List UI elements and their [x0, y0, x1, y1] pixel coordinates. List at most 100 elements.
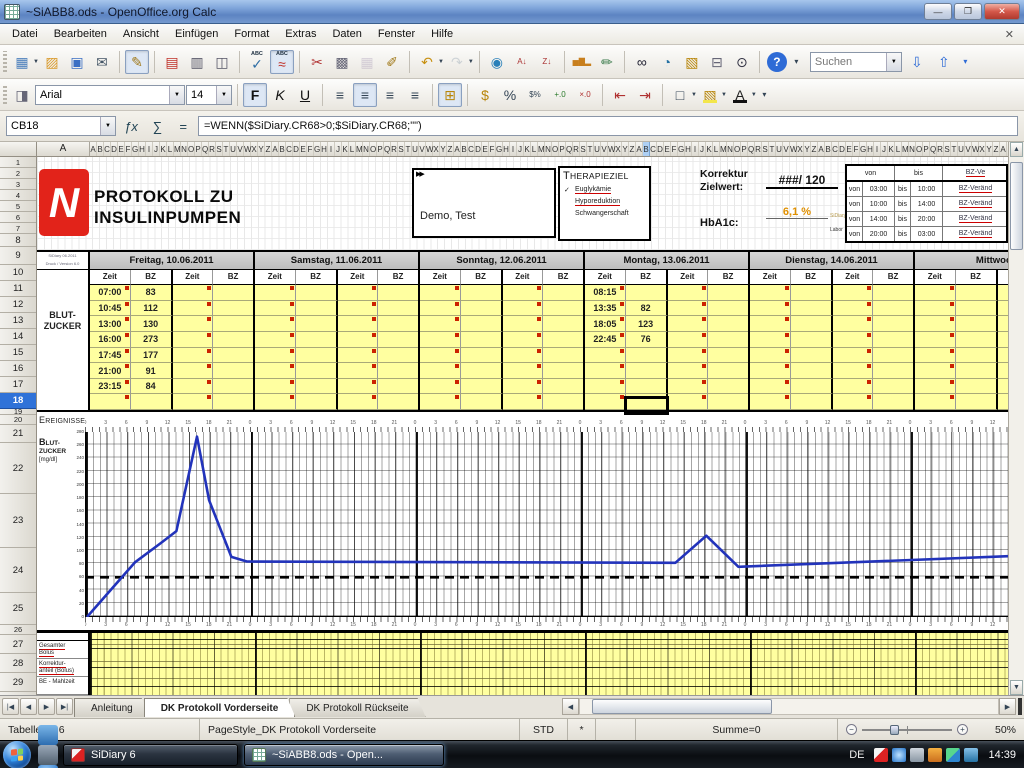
background-color-icon[interactable]: ▧ — [698, 83, 722, 107]
delete-decimal-icon[interactable]: ×.0 — [573, 83, 597, 107]
cell-bz[interactable] — [378, 394, 418, 410]
column-header-r[interactable]: R — [209, 142, 216, 156]
cell-bz[interactable]: 82 — [626, 301, 668, 317]
column-header-du[interactable]: U — [958, 142, 965, 156]
scroll-down-icon[interactable]: ▼ — [1010, 680, 1023, 695]
column-header-bs[interactable]: S — [580, 142, 587, 156]
column-header-an[interactable]: N — [363, 142, 370, 156]
cell-bz[interactable] — [708, 379, 748, 395]
cell-zeit[interactable] — [585, 348, 626, 364]
cell-bz[interactable] — [708, 316, 748, 332]
column-header-bb[interactable]: B — [461, 142, 468, 156]
column-header-bc[interactable]: C — [468, 142, 475, 156]
cell-zeit[interactable] — [585, 363, 626, 379]
cell-zeit[interactable]: 17:45 — [90, 348, 131, 364]
column-header-e[interactable]: E — [118, 142, 125, 156]
row-header-12[interactable]: 12 — [0, 297, 36, 313]
edit-mode-icon[interactable]: ✎ — [125, 50, 149, 74]
cell-bz[interactable] — [873, 348, 913, 364]
cell-zeit[interactable] — [338, 348, 379, 364]
cell-zeit[interactable] — [585, 394, 626, 410]
col-header-zeit[interactable]: Zeit — [420, 270, 461, 286]
vertical-scroll-thumb[interactable] — [1010, 162, 1023, 250]
row-header-24[interactable]: 24 — [0, 548, 36, 593]
close-document-icon[interactable]: ✕ — [999, 28, 1020, 41]
toolbar-overflow-icon[interactable]: ▾ — [758, 83, 771, 107]
blood-sugar-chart[interactable]: 0369121518210369121518210369121518210369… — [37, 412, 1008, 630]
toolbar-grip[interactable] — [3, 85, 7, 104]
col-header-zeit[interactable]: Zeit — [668, 270, 709, 286]
column-header-cs[interactable]: S — [762, 142, 769, 156]
cell-zeit[interactable] — [998, 394, 1009, 410]
column-header-l[interactable]: L — [167, 142, 174, 156]
cell-zeit[interactable]: 13:00 — [90, 316, 131, 332]
data-sources-icon[interactable]: ⊟ — [705, 50, 729, 74]
new-document-icon[interactable]: ▦ — [10, 50, 34, 74]
chevron-down-icon[interactable]: ▼ — [216, 86, 231, 104]
col-header-zeit[interactable]: Zeit — [915, 270, 956, 286]
chevron-down-icon[interactable]: ▼ — [169, 86, 184, 104]
col-header-zeit[interactable]: Zeit — [833, 270, 874, 286]
cell-bz[interactable] — [873, 394, 913, 410]
row-header-26[interactable]: 26 — [0, 625, 36, 635]
chevron-down-icon[interactable]: ▼ — [886, 53, 901, 71]
cell-zeit[interactable] — [915, 285, 956, 301]
menu-einfügen[interactable]: Einfügen — [167, 26, 226, 42]
column-header-x[interactable]: X — [251, 142, 258, 156]
cell-bz[interactable] — [543, 394, 583, 410]
cell-zeit[interactable] — [833, 348, 874, 364]
cell-zeit[interactable] — [503, 285, 544, 301]
cell-zeit[interactable] — [503, 348, 544, 364]
cell-bz[interactable] — [378, 316, 418, 332]
cell-bz[interactable]: 112 — [131, 301, 173, 317]
column-header-y[interactable]: Y — [258, 142, 265, 156]
zoom-slider-thumb[interactable] — [890, 725, 899, 735]
cell-bz[interactable] — [378, 363, 418, 379]
format-standard-icon[interactable]: $% — [523, 83, 547, 107]
row-header-2[interactable]: 2 — [0, 168, 36, 179]
cell-zeit[interactable] — [833, 394, 874, 410]
scroll-up-icon[interactable]: ▲ — [1010, 142, 1023, 157]
column-header-bw[interactable]: W — [608, 142, 615, 156]
column-header-f[interactable]: F — [125, 142, 132, 156]
print-icon[interactable]: ▥ — [185, 50, 209, 74]
cut-icon[interactable]: ✂ — [305, 50, 329, 74]
col-header-bz[interactable]: BZ — [213, 270, 253, 286]
cell-bz[interactable] — [873, 316, 913, 332]
vertical-scrollbar[interactable]: ▲ ▼ — [1008, 142, 1024, 695]
column-header-g[interactable]: G — [132, 142, 139, 156]
column-header-dc[interactable]: C — [832, 142, 839, 156]
cell-zeit[interactable] — [915, 332, 956, 348]
sort-ascending-icon[interactable]: A↓ — [510, 50, 534, 74]
col-header-bz[interactable]: BZ — [873, 270, 913, 286]
column-header-q[interactable]: Q — [202, 142, 209, 156]
column-header-cq[interactable]: Q — [748, 142, 755, 156]
page-preview-icon[interactable]: ◫ — [210, 50, 234, 74]
cell-bz[interactable] — [296, 394, 338, 410]
start-button[interactable] — [3, 741, 31, 768]
cell-zeit[interactable] — [998, 332, 1009, 348]
column-header-bz[interactable]: Z — [629, 142, 636, 156]
cell-bz[interactable] — [791, 301, 833, 317]
cell-bz[interactable] — [213, 316, 253, 332]
cell-zeit[interactable] — [173, 379, 214, 395]
zoom-out-icon[interactable]: − — [846, 724, 857, 735]
cell-zeit[interactable] — [750, 363, 791, 379]
row-header-21[interactable]: 21 — [0, 425, 36, 443]
row-header-10[interactable]: 10 — [0, 265, 36, 281]
column-header-a[interactable]: A — [37, 142, 90, 156]
show-draw-functions-icon[interactable]: ✏ — [595, 50, 619, 74]
zoom-control[interactable]: − + — [837, 719, 976, 740]
cell-zeit[interactable] — [173, 363, 214, 379]
column-header-ca[interactable]: A — [636, 142, 643, 156]
cell-zeit[interactable] — [503, 301, 544, 317]
cell-bz[interactable] — [956, 348, 998, 364]
column-header-bl[interactable]: L — [531, 142, 538, 156]
menu-fenster[interactable]: Fenster — [370, 26, 423, 42]
cell-bz[interactable] — [378, 348, 418, 364]
column-header-au[interactable]: U — [412, 142, 419, 156]
cell-bz[interactable] — [213, 363, 253, 379]
tab-nav-first-icon[interactable]: |◀ — [2, 698, 19, 715]
row-header-15[interactable]: 15 — [0, 345, 36, 361]
column-header-bx[interactable]: X — [615, 142, 622, 156]
